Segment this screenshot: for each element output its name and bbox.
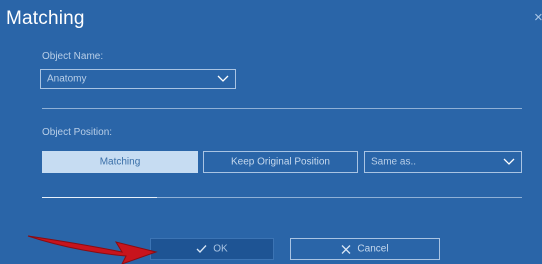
progress-fill xyxy=(42,197,158,198)
check-icon xyxy=(196,245,207,253)
same-as-value: Same as.. xyxy=(371,156,417,168)
progress-bar xyxy=(42,197,522,198)
ok-button[interactable]: OK xyxy=(150,238,274,260)
object-name-label: Object Name: xyxy=(42,51,104,62)
object-name-value: Anatomy xyxy=(47,73,87,85)
keep-original-position-button[interactable]: Keep Original Position xyxy=(203,151,358,173)
cancel-label: Cancel xyxy=(357,243,389,255)
divider xyxy=(42,108,522,109)
chevron-down-icon xyxy=(217,75,229,82)
same-as-dropdown[interactable]: Same as.. xyxy=(364,151,522,173)
pointer-arrow xyxy=(27,235,158,264)
chevron-down-icon xyxy=(503,158,515,165)
object-name-dropdown[interactable]: Anatomy xyxy=(40,69,236,89)
cancel-button[interactable]: Cancel xyxy=(290,238,440,260)
x-icon xyxy=(341,244,351,254)
dialog-title: Matching xyxy=(6,8,85,29)
close-icon[interactable]: × xyxy=(534,10,542,26)
ok-label: OK xyxy=(213,243,228,255)
matching-option-label: Matching xyxy=(99,156,141,168)
object-position-label: Object Position: xyxy=(42,127,113,138)
keep-original-position-label: Keep Original Position xyxy=(231,156,330,168)
matching-option-button[interactable]: Matching xyxy=(42,151,198,173)
